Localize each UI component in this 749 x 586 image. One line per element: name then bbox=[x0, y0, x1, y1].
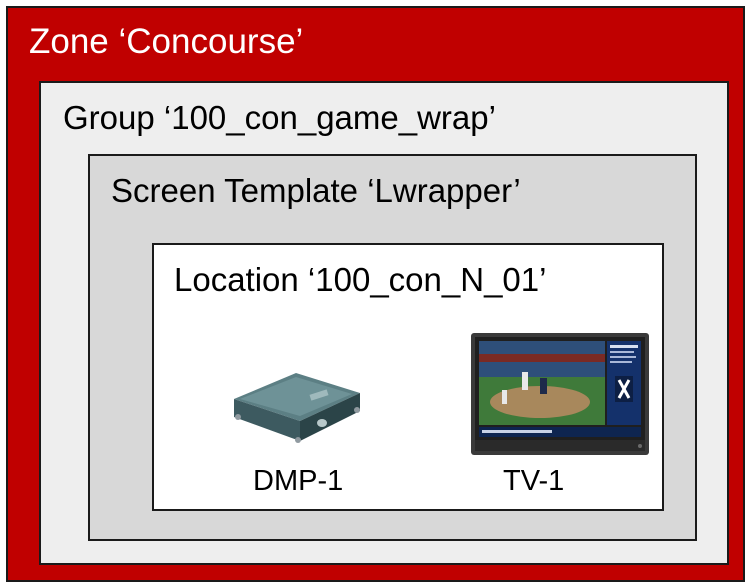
screen-template-box: Screen Template ‘Lwrapper’ Location ‘100… bbox=[88, 154, 697, 541]
device-label-tv: TV-1 bbox=[503, 465, 565, 497]
zone-title: Zone ‘Concourse’ bbox=[29, 22, 304, 61]
zone-box: Zone ‘Concourse’ Group ‘100_con_game_wra… bbox=[6, 6, 745, 582]
device-label-dmp: DMP-1 bbox=[253, 465, 344, 497]
location-box: Location ‘100_con_N_01’ DMP-1 TV-1 bbox=[152, 243, 664, 511]
media-player-icon bbox=[234, 373, 360, 443]
group-title: Group ‘100_con_game_wrap’ bbox=[63, 99, 496, 136]
location-title: Location ‘100_con_N_01’ bbox=[174, 261, 547, 298]
group-box: Group ‘100_con_game_wrap’ Screen Templat… bbox=[39, 81, 729, 565]
television-icon bbox=[471, 333, 649, 455]
screen-template-title: Screen Template ‘Lwrapper’ bbox=[111, 172, 521, 209]
